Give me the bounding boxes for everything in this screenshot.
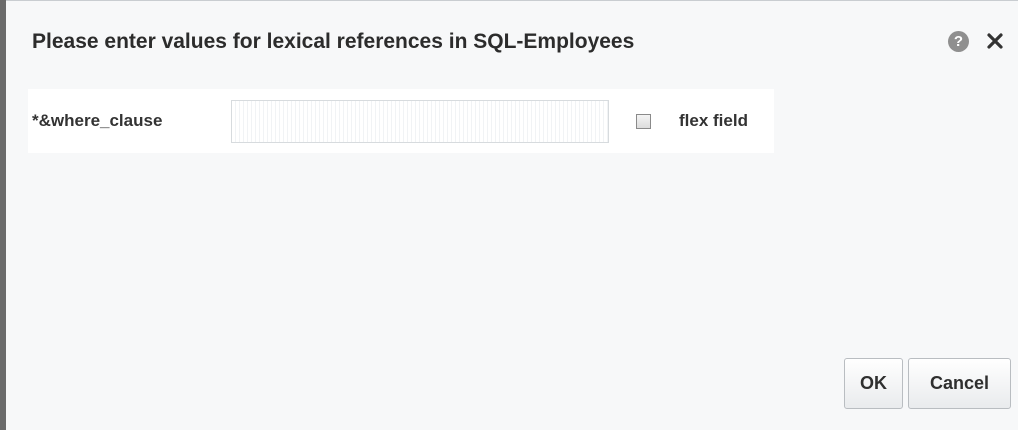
dialog-title: Please enter values for lexical referenc… <box>32 30 635 53</box>
where-clause-input[interactable] <box>231 100 609 143</box>
where-clause-label: *&where_clause <box>32 111 163 130</box>
parameter-panel: *&where_clause flex field <box>28 89 774 153</box>
flex-field-label: flex field <box>679 111 748 130</box>
lexical-references-dialog: Please enter values for lexical referenc… <box>0 0 1018 430</box>
ok-button[interactable]: OK <box>844 358 903 409</box>
dialog-titlebar: Please enter values for lexical referenc… <box>6 0 1018 86</box>
help-icon[interactable]: ? <box>948 31 969 52</box>
cancel-button[interactable]: Cancel <box>908 358 1011 409</box>
close-icon[interactable] <box>984 30 1006 52</box>
flex-field-checkbox[interactable] <box>636 114 651 129</box>
